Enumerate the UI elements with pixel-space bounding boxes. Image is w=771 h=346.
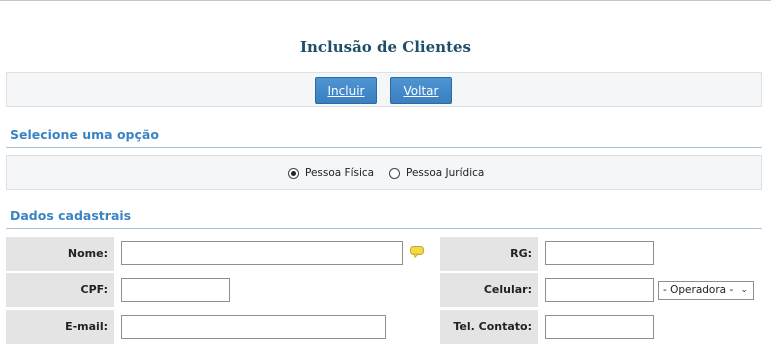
radio-label-pessoa-fisica: Pessoa Física (305, 167, 375, 179)
incluir-button[interactable]: Incluir (315, 77, 377, 104)
page-title: Inclusão de Clientes (299, 38, 471, 56)
operadora-select[interactable]: - Operadora - ⌄ (658, 281, 754, 300)
celular-label: Celular: (440, 273, 538, 307)
cpf-input[interactable] (121, 278, 230, 302)
radio-checked-icon[interactable] (288, 167, 299, 179)
section-divider-option (6, 147, 762, 148)
speech-bubble-icon[interactable] (410, 246, 424, 258)
nome-label: Nome: (6, 237, 114, 271)
rg-label: RG: (440, 237, 538, 271)
section-title-data: Dados cadastrais (10, 208, 132, 223)
tel-contato-label: Tel. Contato: (440, 310, 538, 344)
section-divider-data (6, 228, 762, 229)
radio-pessoa-juridica[interactable]: Pessoa Jurídica (389, 167, 484, 179)
email-input[interactable] (121, 315, 386, 339)
person-type-group: Pessoa Física Pessoa Jurídica (6, 155, 762, 190)
top-divider (0, 0, 771, 1)
email-label: E-mail: (6, 310, 114, 344)
tel-contato-input[interactable] (545, 315, 654, 339)
cpf-label: CPF: (6, 273, 114, 307)
section-title-option: Selecione uma opção (10, 127, 159, 142)
celular-input[interactable] (545, 278, 654, 302)
radio-label-pessoa-juridica: Pessoa Jurídica (406, 167, 485, 179)
action-toolbar: Incluir Voltar (6, 72, 762, 107)
operadora-selected-value: - Operadora - (663, 284, 734, 296)
radio-pessoa-fisica[interactable]: Pessoa Física (288, 167, 374, 179)
radio-unchecked-icon[interactable] (389, 167, 400, 179)
chevron-down-icon: ⌄ (740, 285, 748, 295)
rg-input[interactable] (545, 241, 654, 265)
voltar-button[interactable]: Voltar (390, 77, 452, 104)
nome-input[interactable] (121, 241, 403, 265)
